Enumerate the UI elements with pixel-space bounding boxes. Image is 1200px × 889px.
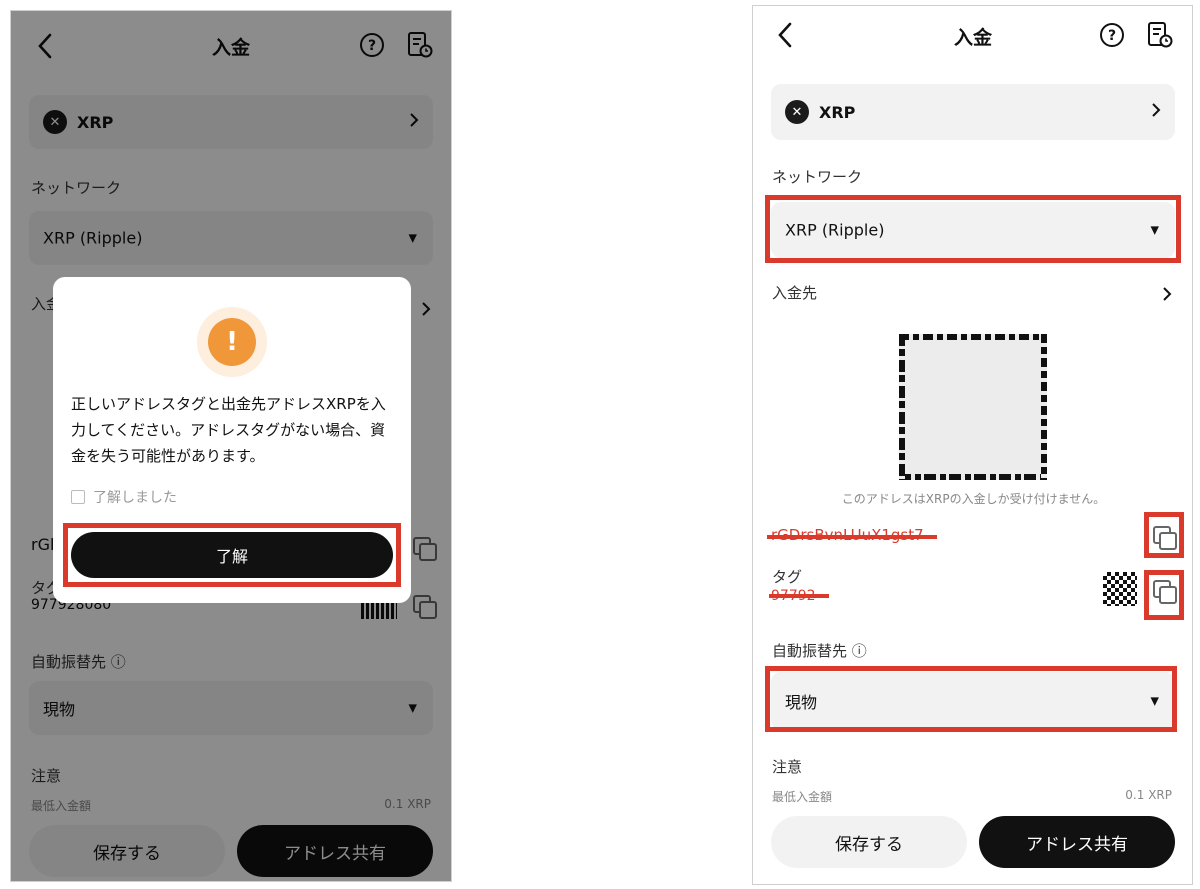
save-button[interactable]: 保存する	[771, 816, 967, 868]
tag-redaction-mark	[769, 594, 829, 598]
deposit-notice: このアドレスはXRPの入金しか受け付けません。	[841, 492, 1106, 506]
page-title: 入金	[953, 27, 992, 49]
auto-transfer-label: 自動振替先 ⓘ	[772, 640, 867, 661]
checkbox-label: 了解しました	[93, 490, 177, 506]
qr-small-icon[interactable]	[1103, 572, 1137, 606]
min-deposit-value: 0.1 XRP	[1125, 788, 1172, 802]
history-doc-icon[interactable]	[1147, 21, 1173, 49]
highlight-copy-tag-box	[1144, 570, 1184, 620]
coin-symbol: XRP	[819, 102, 856, 122]
qr-edge	[899, 334, 905, 480]
highlight-confirm-box	[63, 523, 401, 587]
info-icon[interactable]: ⓘ	[852, 642, 867, 660]
coin-selector[interactable]: ✕ XRP	[771, 84, 1175, 140]
caution-label: 注意	[772, 758, 803, 776]
question-circle-icon[interactable]: ?	[1099, 22, 1125, 48]
min-deposit-label: 最低入金額	[772, 790, 833, 804]
qr-edge	[899, 474, 1047, 480]
address-redaction-mark	[767, 535, 937, 539]
modal-message: 正しいアドレスタグと出金先アドレスXRPを入力してください。アドレスタグがない場…	[71, 395, 386, 465]
chevron-right-icon	[1151, 102, 1161, 122]
network-label: ネットワーク	[772, 168, 863, 186]
deposit-qr-code[interactable]	[899, 334, 1047, 480]
highlight-auto-transfer-box	[765, 666, 1177, 732]
tag-label: タグ	[772, 568, 803, 586]
auto-transfer-label-text: 自動振替先	[772, 642, 848, 660]
highlight-network-box	[765, 195, 1181, 263]
chevron-right-icon[interactable]	[1162, 286, 1172, 306]
qr-edge	[899, 334, 1047, 340]
xrp-logo-icon: ✕	[785, 100, 809, 124]
exclamation-icon: !	[208, 318, 256, 366]
right-phone-screen: 入金 ? ✕ XRP ネットワーク XRP (Ripple) ▼ 入金先 このア…	[752, 5, 1193, 885]
share-address-button[interactable]: アドレス共有	[979, 816, 1175, 868]
warning-modal: ! 正しいアドレスタグと出金先アドレスXRPを入力してください。アドレスタグがな…	[53, 277, 411, 603]
checkbox-box[interactable]	[71, 490, 85, 504]
left-phone-screen: 入金 ? ✕ XRP ネットワーク XRP (Ripple) ▼ 入金先 rGl…	[10, 10, 452, 882]
svg-text:?: ?	[1108, 28, 1116, 44]
acknowledge-checkbox[interactable]: 了解しました	[71, 487, 177, 507]
warning-badge: !	[197, 307, 267, 377]
qr-edge	[1041, 334, 1047, 480]
highlight-copy-address-box	[1144, 512, 1184, 558]
deposit-label: 入金先	[772, 284, 818, 302]
back-chevron-icon[interactable]	[777, 22, 793, 48]
